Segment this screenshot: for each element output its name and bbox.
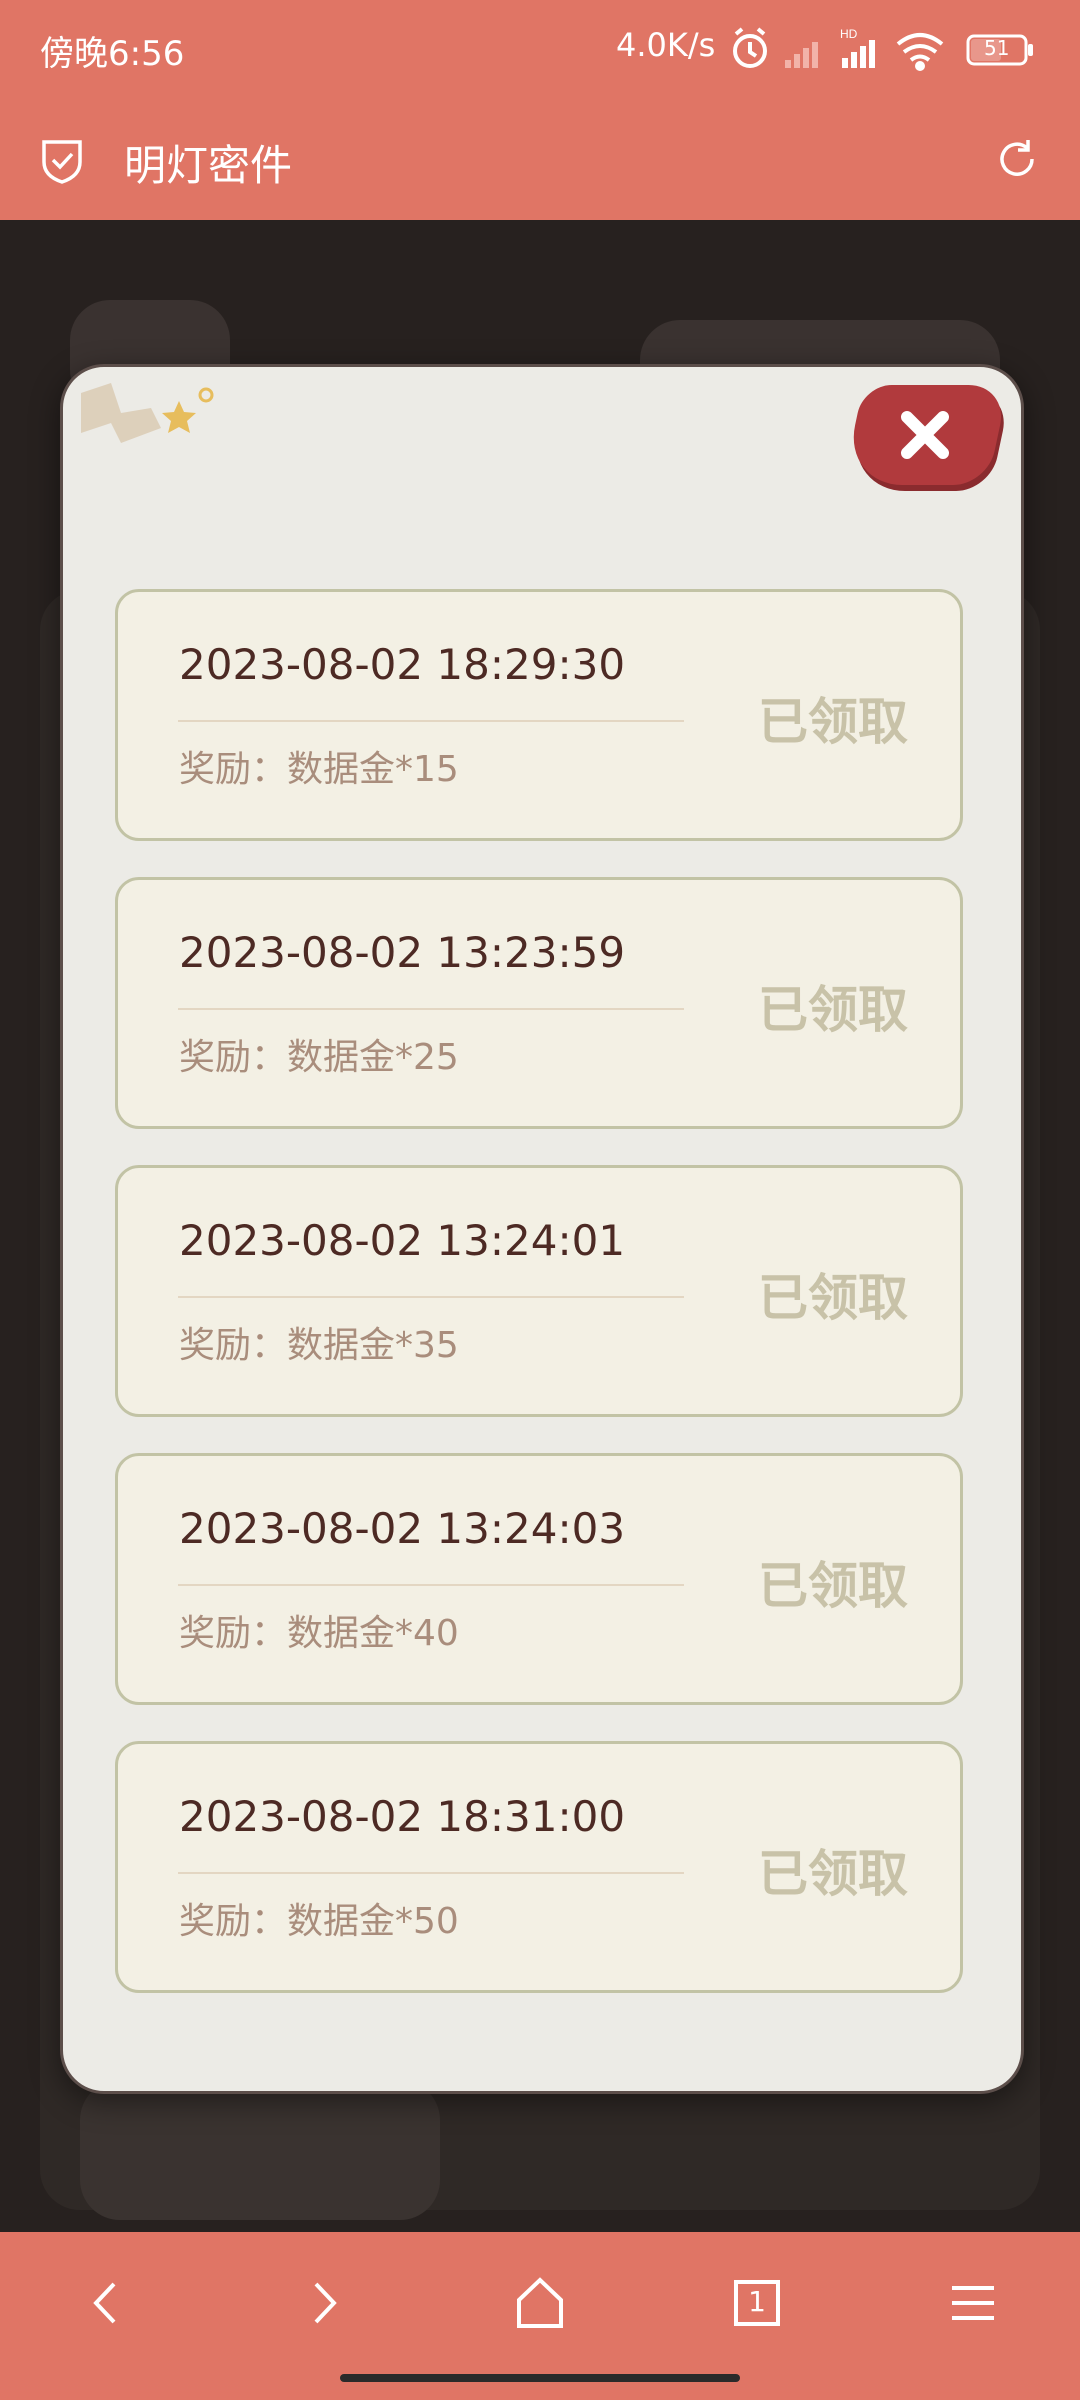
record-reward: 奖励：数据金*15 xyxy=(179,749,459,790)
record-card: 2023-08-02 13:24:01 奖励：数据金*35 已领取 xyxy=(115,1165,963,1417)
background-decoration xyxy=(80,2080,440,2220)
tabs-button[interactable]: 1 xyxy=(722,2268,792,2338)
menu-icon[interactable] xyxy=(938,2268,1008,2338)
claimed-status: 已领取 xyxy=(758,1845,908,1903)
shield-check-icon[interactable] xyxy=(40,136,84,184)
record-card: 2023-08-02 18:29:30 奖励：数据金*15 已领取 xyxy=(115,589,963,841)
status-bar: 傍晚6:56 4.0K/s HD 51 xyxy=(0,0,1080,96)
record-timestamp: 2023-08-02 13:24:03 xyxy=(179,1504,626,1553)
wifi-icon xyxy=(896,33,944,71)
divider xyxy=(178,720,684,722)
divider xyxy=(178,1296,684,1298)
record-reward: 奖励：数据金*50 xyxy=(179,1901,459,1942)
claimed-status: 已领取 xyxy=(758,1557,908,1615)
home-indicator[interactable] xyxy=(340,2374,740,2382)
record-card: 2023-08-02 13:24:03 奖励：数据金*40 已领取 xyxy=(115,1453,963,1705)
divider xyxy=(178,1008,684,1010)
corner-decoration xyxy=(81,383,214,443)
record-card: 2023-08-02 18:31:00 奖励：数据金*50 已领取 xyxy=(115,1741,963,1993)
divider xyxy=(178,1872,684,1874)
tab-count: 1 xyxy=(748,2285,766,2318)
top-bar: 傍晚6:56 4.0K/s HD 51 明灯密件 xyxy=(0,0,1080,220)
record-timestamp: 2023-08-02 13:23:59 xyxy=(179,928,626,977)
record-timestamp: 2023-08-02 18:31:00 xyxy=(179,1792,626,1841)
svg-text:HD: HD xyxy=(840,27,858,41)
record-timestamp: 2023-08-02 18:29:30 xyxy=(179,640,626,689)
signal-icon xyxy=(785,42,818,68)
app-header: 明灯密件 xyxy=(0,96,1080,220)
alarm-icon xyxy=(733,27,767,68)
home-icon[interactable] xyxy=(505,2268,575,2338)
record-reward: 奖励：数据金*40 xyxy=(179,1613,459,1654)
refresh-icon[interactable] xyxy=(994,136,1040,182)
network-speed: 4.0K/s xyxy=(616,26,716,64)
hd-signal-icon: HD xyxy=(840,27,875,68)
back-icon[interactable] xyxy=(72,2268,142,2338)
record-timestamp: 2023-08-02 13:24:01 xyxy=(179,1216,626,1265)
close-icon xyxy=(901,411,949,459)
close-button[interactable] xyxy=(842,385,1009,485)
status-time: 傍晚6:56 xyxy=(40,34,185,74)
record-card: 2023-08-02 13:23:59 奖励：数据金*25 已领取 xyxy=(115,877,963,1129)
page-title: 明灯密件 xyxy=(124,141,293,190)
reward-records-modal: 2023-08-02 18:29:30 奖励：数据金*15 已领取 2023-0… xyxy=(60,364,1024,2094)
forward-icon[interactable] xyxy=(288,2268,358,2338)
bottom-navigation: 1 xyxy=(0,2232,1080,2400)
claimed-status: 已领取 xyxy=(758,981,908,1039)
record-reward: 奖励：数据金*35 xyxy=(179,1325,459,1366)
battery-level: 51 xyxy=(984,36,1010,60)
records-list: 2023-08-02 18:29:30 奖励：数据金*15 已领取 2023-0… xyxy=(115,589,967,2029)
claimed-status: 已领取 xyxy=(758,693,908,751)
record-reward: 奖励：数据金*25 xyxy=(179,1037,459,1078)
claimed-status: 已领取 xyxy=(758,1269,908,1327)
divider xyxy=(178,1584,684,1586)
